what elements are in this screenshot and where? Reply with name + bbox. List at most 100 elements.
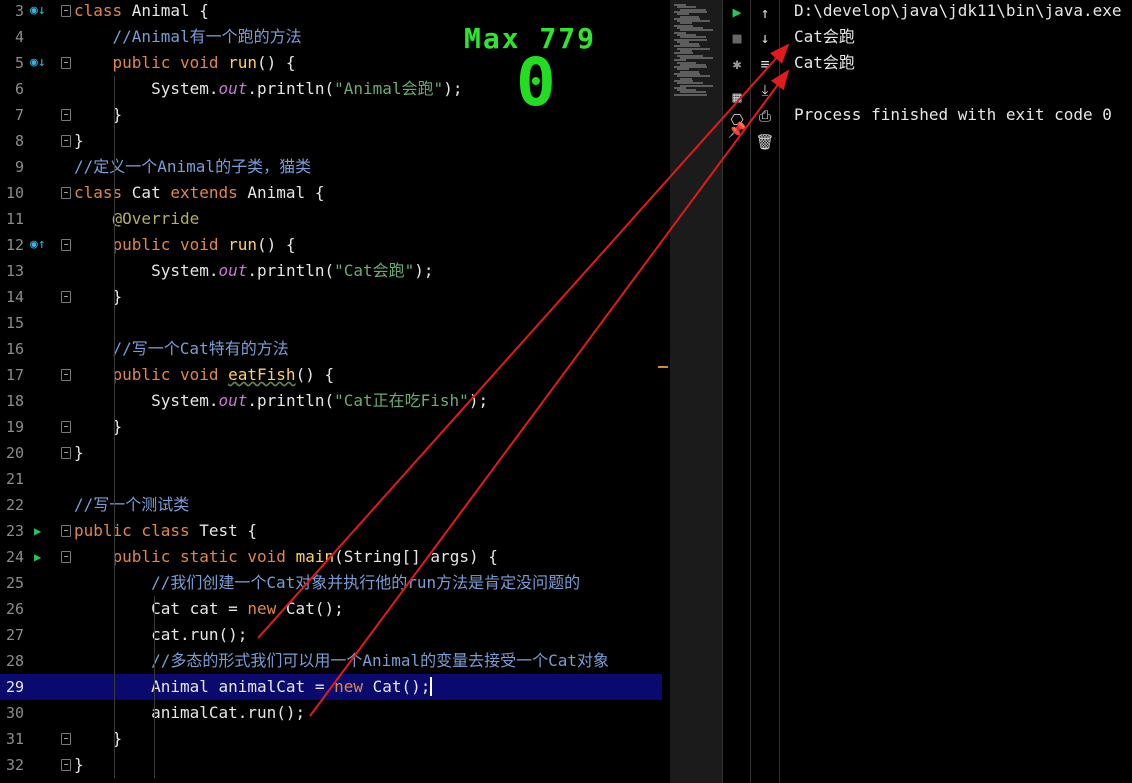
code-text: //写一个测试类 <box>74 492 189 518</box>
code-token: run <box>228 235 258 254</box>
code-line[interactable]: 15 <box>0 310 662 336</box>
code-line[interactable]: 19 } <box>0 414 662 440</box>
pin-icon[interactable]: 📌 <box>726 119 748 141</box>
trash-icon[interactable]: 🗑 <box>754 131 776 153</box>
code-token: Animal { <box>131 1 209 20</box>
line-number: 7 <box>14 106 24 124</box>
fold-marker[interactable] <box>61 109 71 121</box>
line-number: 6 <box>14 80 24 98</box>
overrides-icon[interactable]: ◉↑ <box>30 232 46 258</box>
arrow-up-icon[interactable]: ↑ <box>754 2 776 24</box>
code-line[interactable]: 25 //我们创建一个Cat对象并执行他的run方法是肯定没问题的 <box>0 570 662 596</box>
fold-marker[interactable] <box>61 187 71 199</box>
code-token: Animal animalCat = <box>74 677 335 696</box>
code-text: @Override <box>74 206 200 232</box>
code-line[interactable]: 16 //写一个Cat特有的方法 <box>0 336 662 362</box>
code-line[interactable]: 21 <box>0 466 662 492</box>
code-text: class Cat extends Animal { <box>74 180 324 206</box>
debug-icon[interactable]: ✱ <box>726 53 748 75</box>
code-token: Cat cat = <box>74 599 248 618</box>
code-line[interactable]: 22 //写一个测试类 <box>0 492 662 518</box>
line-number: 22 <box>5 496 24 514</box>
code-line[interactable]: 9 //定义一个Animal的子类，猫类 <box>0 154 662 180</box>
code-token: Animal { <box>247 183 325 202</box>
implemented-icon[interactable]: ◉↓ <box>30 50 46 76</box>
print-icon[interactable]: ⎙ <box>754 105 776 127</box>
fold-marker[interactable] <box>61 5 71 17</box>
fold-marker[interactable] <box>61 525 71 537</box>
code-line[interactable]: 31 } <box>0 726 662 752</box>
layout-icon[interactable]: ▦ <box>726 86 748 108</box>
code-line[interactable]: 28 //多态的形式我们可以用一个Animal的变量去接受一个Cat对象 <box>0 648 662 674</box>
line-number: 13 <box>5 262 24 280</box>
code-text: //我们创建一个Cat对象并执行他的run方法是肯定没问题的 <box>74 570 580 596</box>
line-number: 11 <box>5 210 24 228</box>
fold-marker[interactable] <box>61 135 71 147</box>
code-line[interactable]: 18 System.out.println("Cat正在吃Fish"); <box>0 388 662 414</box>
fold-marker[interactable] <box>61 291 71 303</box>
run-main-icon[interactable]: ▶ <box>34 544 41 570</box>
minimap[interactable] <box>670 0 722 783</box>
code-line[interactable]: 27 cat.run(); <box>0 622 662 648</box>
line-number: 31 <box>5 730 24 748</box>
code-token: Cat(); <box>372 677 433 696</box>
fold-marker[interactable] <box>61 551 71 563</box>
fold-marker[interactable] <box>61 421 71 433</box>
implemented-icon[interactable]: ◉↓ <box>30 0 46 24</box>
code-editor[interactable]: 3 class Animal {4 //Animal有一个跑的方法 5 public… <box>0 0 670 783</box>
line-number: 14 <box>5 288 24 306</box>
fold-marker[interactable] <box>61 239 71 251</box>
score-value: 0 <box>516 44 556 121</box>
fold-marker[interactable] <box>61 447 71 459</box>
code-token: System. <box>74 391 219 410</box>
code-line[interactable]: 10 class Cat extends Animal { <box>0 180 662 206</box>
code-token: out <box>218 261 248 280</box>
code-token: Test { <box>199 521 258 540</box>
code-token: } <box>74 131 84 150</box>
line-number: 26 <box>5 600 24 618</box>
code-line[interactable]: 26 Cat cat = new Cat(); <box>0 596 662 622</box>
rerun-icon[interactable]: ▶ <box>726 1 748 23</box>
code-token: public static void <box>112 547 296 566</box>
code-line[interactable]: 23 public class Test { <box>0 518 662 544</box>
code-line[interactable]: 20} <box>0 440 662 466</box>
code-line[interactable]: 3 class Animal { <box>0 0 662 24</box>
fold-marker[interactable] <box>61 369 71 381</box>
line-number: 17 <box>5 366 24 384</box>
arrow-down-icon[interactable]: ↓ <box>754 27 776 49</box>
fold-marker[interactable] <box>61 759 71 771</box>
code-token: } <box>74 443 84 462</box>
code-token: () { <box>295 365 335 384</box>
line-number: 19 <box>5 418 24 436</box>
code-line[interactable]: 17 public void eatFish() { <box>0 362 662 388</box>
code-text: public void run() { <box>74 232 296 258</box>
soft-wrap-icon[interactable]: ≡ <box>754 53 776 75</box>
code-line[interactable]: 32} <box>0 752 662 778</box>
fold-marker[interactable] <box>61 57 71 69</box>
code-line[interactable]: 12 public void run() { <box>0 232 662 258</box>
code-line[interactable]: 29 Animal animalCat = new Cat(); <box>0 674 662 700</box>
code-line[interactable]: 24 public static void main(String[] args… <box>0 544 662 570</box>
fold-marker[interactable] <box>61 733 71 745</box>
code-token: "Cat会跑" <box>334 261 415 280</box>
code-line[interactable]: 13 System.out.println("Cat会跑"); <box>0 258 662 284</box>
code-text: class Animal { <box>74 0 209 24</box>
code-text: public void run() { <box>74 50 296 76</box>
scroll-to-end-icon[interactable]: ⤓ <box>754 79 776 101</box>
code-token: public void <box>112 365 229 384</box>
code-token: //Animal有一个跑的方法 <box>112 27 302 46</box>
code-token: "Cat正在吃Fish" <box>334 391 469 410</box>
run-class-icon[interactable]: ▶ <box>34 518 41 544</box>
code-line[interactable]: 8} <box>0 128 662 154</box>
run-console[interactable]: D:\develop\java\jdk11\bin\java.exe Cat会跑 C… <box>780 0 1132 783</box>
line-number: 32 <box>5 756 24 774</box>
stop-icon[interactable]: ■ <box>726 27 748 49</box>
code-text: //Animal有一个跑的方法 <box>74 24 302 50</box>
code-line[interactable]: 30 animalCat.run(); <box>0 700 662 726</box>
code-line[interactable]: 14 } <box>0 284 662 310</box>
indent-guide <box>154 596 155 778</box>
line-number: 24 <box>5 548 24 566</box>
code-line[interactable]: 11 @Override <box>0 206 662 232</box>
line-number: 3 <box>14 2 24 20</box>
